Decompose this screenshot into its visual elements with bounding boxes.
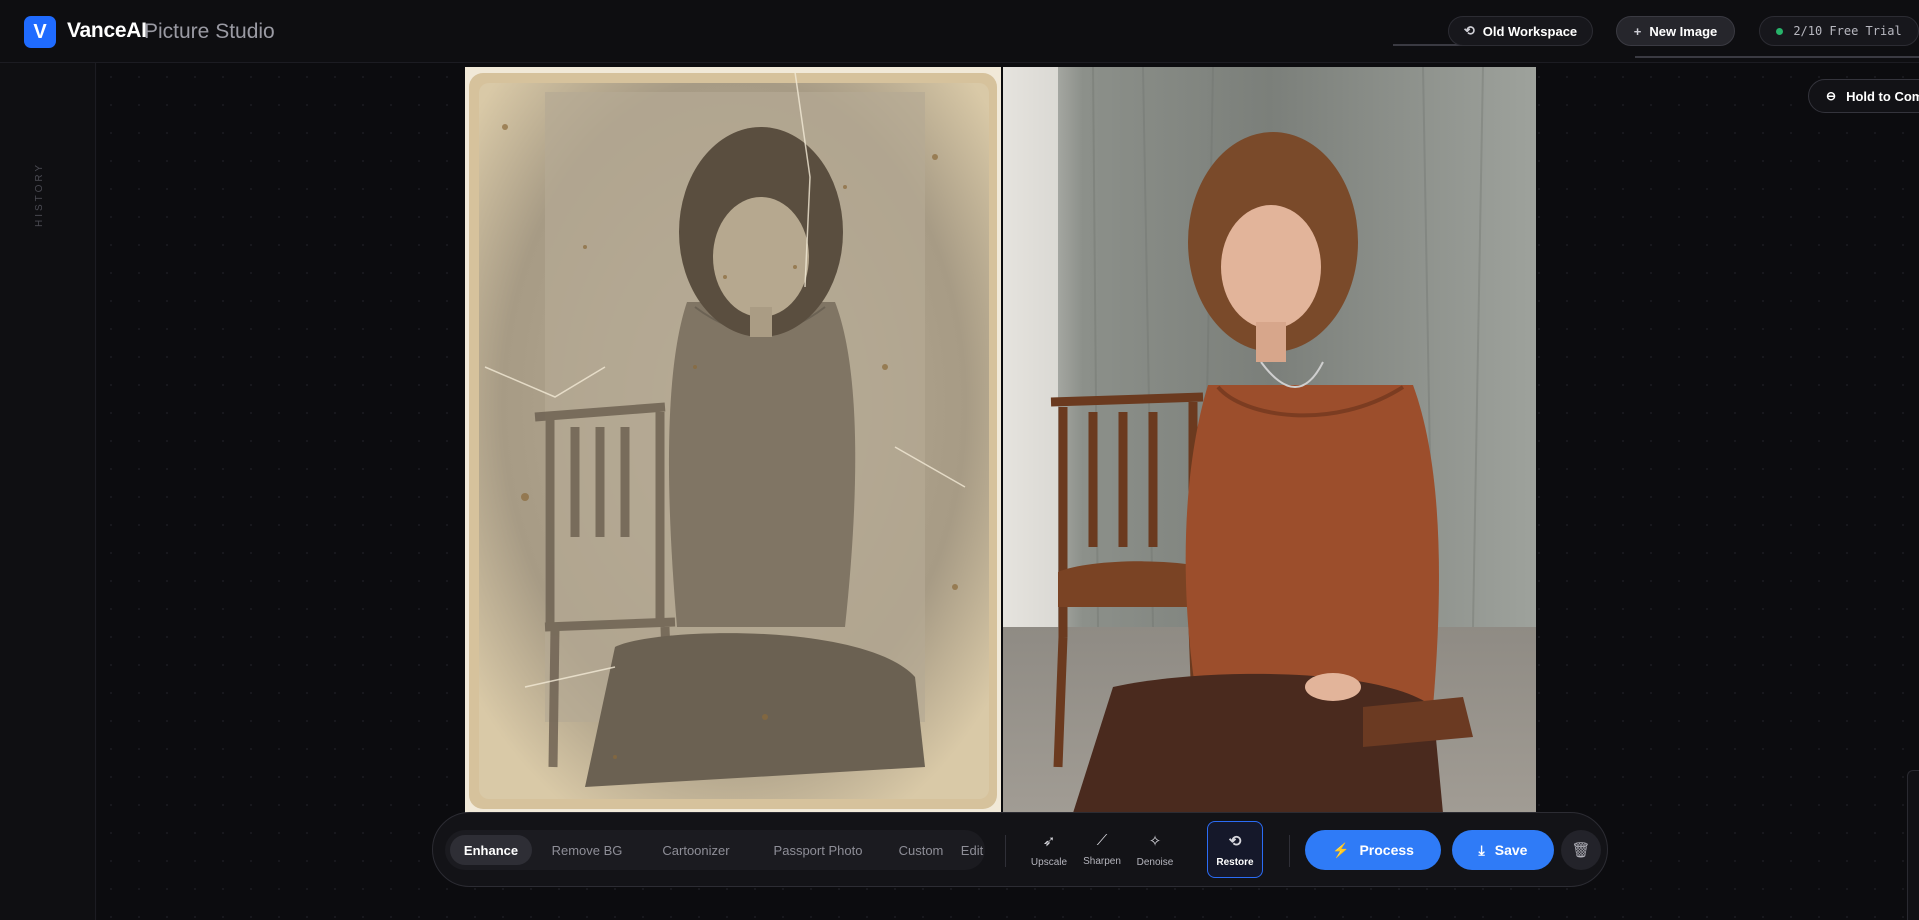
save-button[interactable]: ⤓ Save	[1452, 830, 1554, 870]
history-icon: ⟲	[1228, 832, 1242, 850]
tab-passport-photo[interactable]: Passport Photo	[758, 835, 878, 865]
save-label: Save	[1494, 842, 1528, 858]
process-button[interactable]: ⚡ Process	[1305, 830, 1441, 870]
trial-label: 2/10 Free Trial	[1793, 24, 1902, 38]
history-icon: ⟲	[1463, 23, 1475, 38]
history-sidebar[interactable]: HISTORY	[0, 63, 96, 920]
bottom-toolbar: Enhance Remove BG Cartoonizer Passport P…	[432, 812, 1608, 887]
restore-tool[interactable]: ⟲ Restore	[1207, 821, 1263, 878]
restore-label: Restore	[1216, 856, 1254, 868]
tab-cartoonizer[interactable]: Cartoonizer	[644, 835, 748, 865]
tab-remove-bg[interactable]: Remove BG	[540, 835, 634, 865]
divider	[1289, 835, 1290, 867]
product-name: Picture Studio	[144, 20, 275, 43]
tab-edit[interactable]: Edit	[950, 835, 994, 865]
top-bar: V VanceAI Picture Studio ⟲ Old Workspace…	[0, 0, 1919, 63]
plus-icon: +	[1633, 23, 1642, 39]
magic-wand-icon: ⟋	[1096, 832, 1108, 849]
tab-enhance[interactable]: Enhance	[450, 835, 532, 865]
sharpen-tool[interactable]: ⟋ Sharpen	[1075, 821, 1129, 878]
history-label: HISTORY	[34, 161, 45, 227]
trash-icon: 🗑	[1571, 842, 1591, 859]
upscale-label: Upscale	[1030, 856, 1068, 868]
denoise-label: Denoise	[1136, 856, 1174, 868]
upscale-tool[interactable]: ➶ Upscale	[1022, 821, 1076, 878]
divider	[1005, 835, 1006, 867]
denoise-tool[interactable]: ✧ Denoise	[1128, 821, 1182, 878]
side-panel-handle[interactable]	[1907, 770, 1919, 920]
old-workspace-button[interactable]: ⟲ Old Workspace	[1448, 16, 1593, 46]
tab-custom[interactable]: Custom	[886, 835, 956, 865]
divider	[1635, 56, 1919, 58]
new-image-label: New Image	[1649, 23, 1718, 39]
sharpen-label: Sharpen	[1083, 856, 1121, 867]
free-trial-badge[interactable]: 2/10 Free Trial	[1759, 16, 1919, 46]
mode-tabs: Enhance Remove BG Cartoonizer Passport P…	[445, 830, 985, 870]
compare-label: Hold to Com	[1846, 88, 1919, 104]
original-photo	[465, 67, 1001, 813]
brand-name: VanceAI	[67, 19, 147, 42]
old-workspace-label: Old Workspace	[1482, 23, 1578, 39]
minus-circle-icon: ⊖	[1826, 89, 1837, 103]
rocket-icon: ➶	[1042, 832, 1056, 850]
restored-photo	[1003, 67, 1536, 813]
status-dot	[1776, 27, 1784, 35]
lightning-icon: ⚡	[1332, 841, 1350, 858]
sparkle-icon: ✧	[1148, 832, 1162, 850]
delete-button[interactable]: 🗑	[1561, 830, 1601, 870]
hold-to-compare-button[interactable]: ⊖ Hold to Com	[1808, 79, 1919, 113]
download-icon: ⤓	[1478, 841, 1485, 858]
new-image-button[interactable]: + New Image	[1616, 16, 1735, 46]
logo[interactable]: V	[24, 16, 56, 48]
process-label: Process	[1359, 842, 1414, 858]
